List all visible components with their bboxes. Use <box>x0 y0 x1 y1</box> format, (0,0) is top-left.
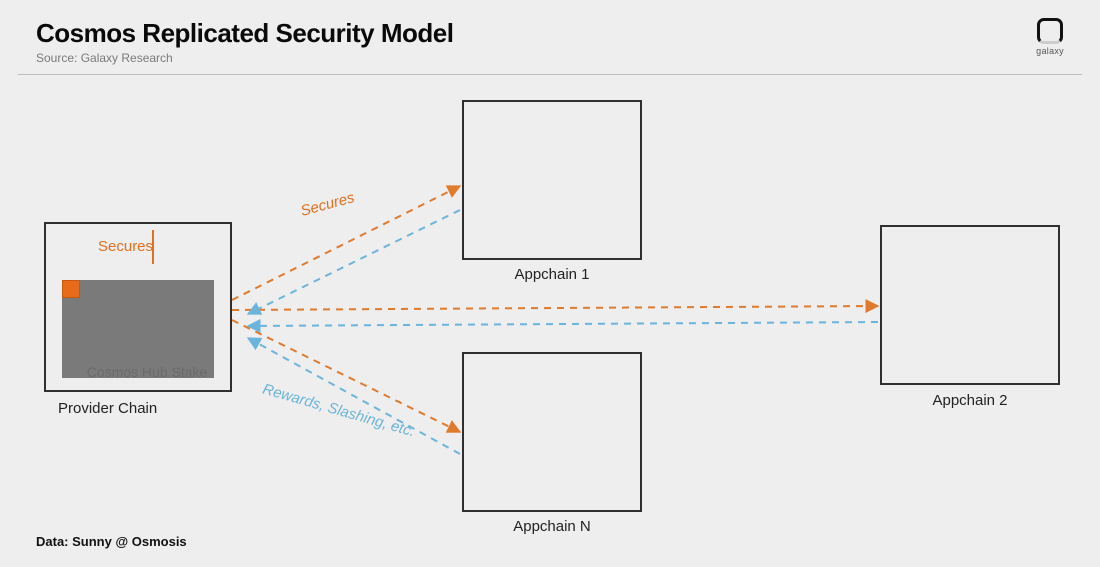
rewards-line-from-appchain2 <box>248 322 878 326</box>
rewards-line-from-appchain1 <box>248 210 460 314</box>
provider-chain-label: Provider Chain <box>58 400 157 417</box>
appchain-n-label: Appchain N <box>462 518 642 535</box>
appchain-2-label: Appchain 2 <box>880 392 1060 409</box>
edge-rewards-label: Rewards, Slashing, etc. <box>261 381 417 441</box>
secures-line-to-appchain2 <box>232 306 878 310</box>
data-credit: Data: Sunny @ Osmosis <box>36 534 187 549</box>
provider-secures-label: Secures <box>98 238 153 255</box>
diagram-canvas: Secures Cosmos Hub Stake Provider Chain … <box>0 0 1100 567</box>
edge-secures-label: Secures <box>299 189 357 220</box>
cosmos-hub-stake-label: Cosmos Hub Stake <box>72 364 222 380</box>
appchain-n-box <box>462 352 642 512</box>
appchain-1-box <box>462 100 642 260</box>
appchain-2-box <box>880 225 1060 385</box>
appchain-1-label: Appchain 1 <box>462 266 642 283</box>
stake-highlight-icon <box>62 280 80 298</box>
provider-chain-box: Secures Cosmos Hub Stake <box>44 222 232 392</box>
